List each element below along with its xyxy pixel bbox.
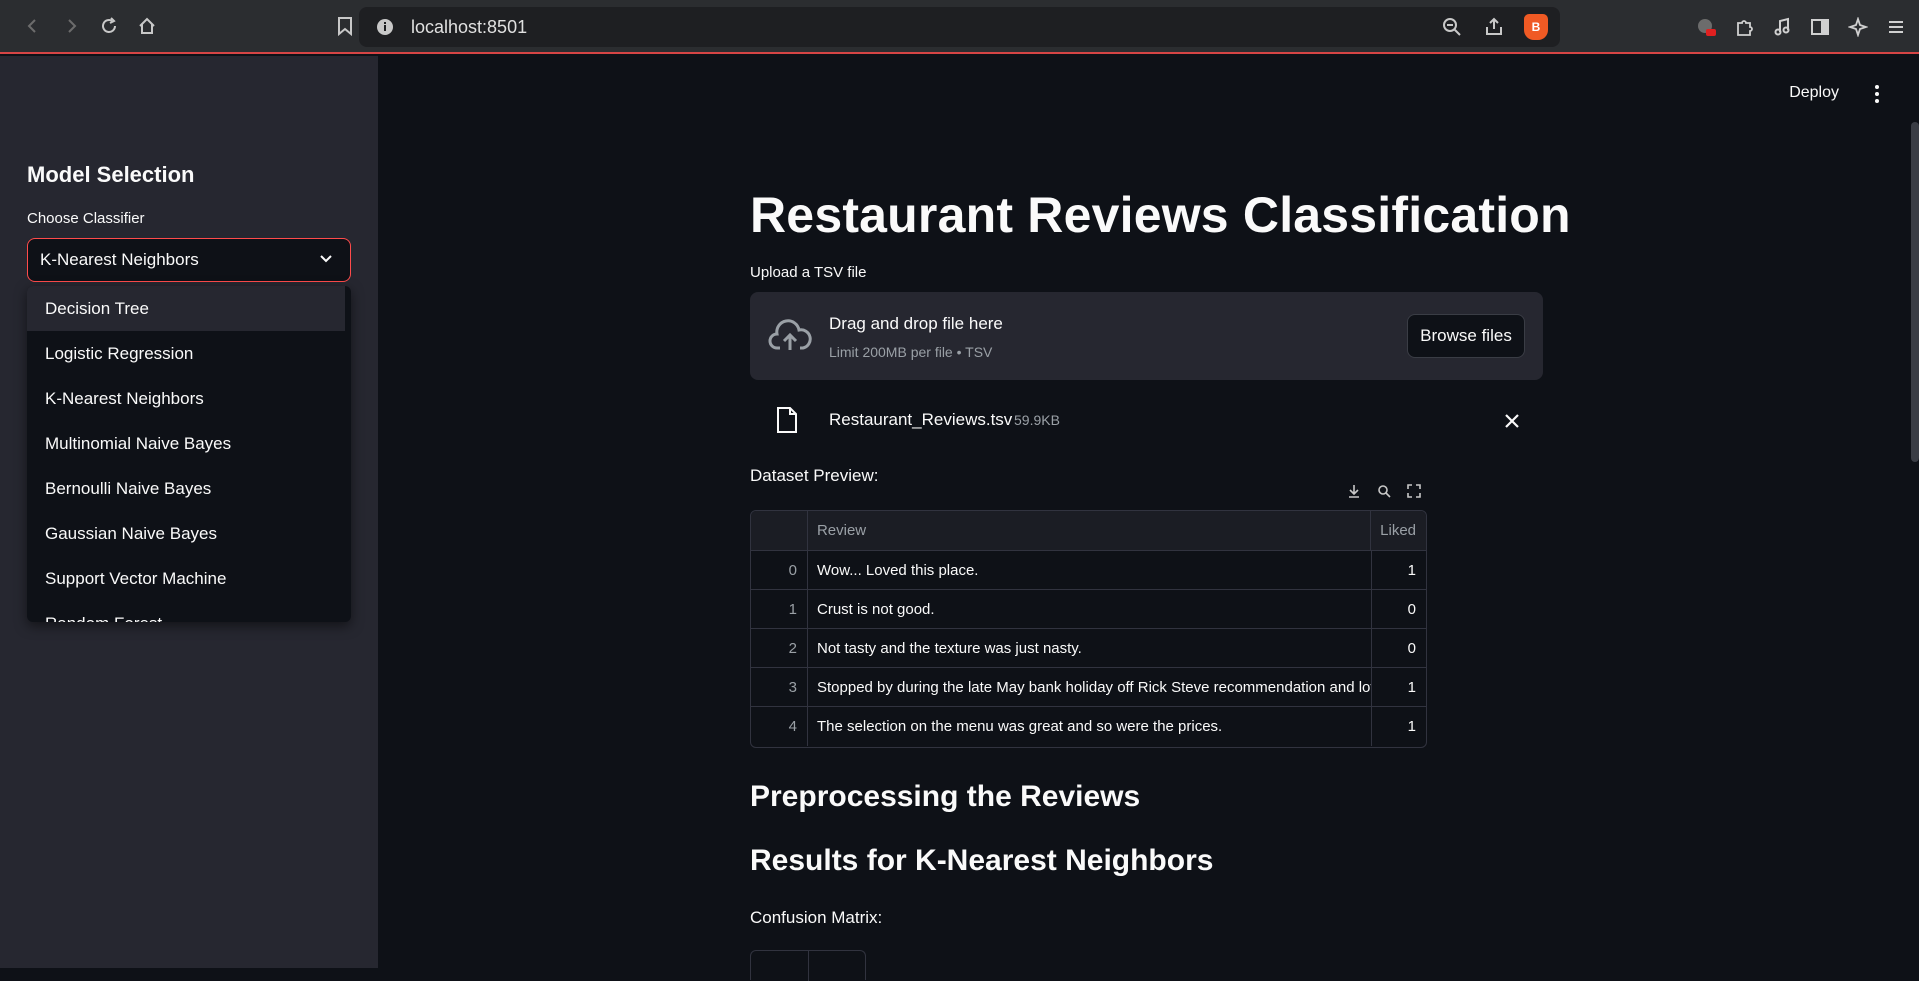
music-icon[interactable] <box>1767 12 1797 42</box>
confusion-matrix-table[interactable] <box>750 950 866 981</box>
option-bernoulli-naive-bayes[interactable]: Bernoulli Naive Bayes <box>27 466 351 511</box>
chevron-down-icon <box>320 255 332 263</box>
browser-nav <box>14 7 166 45</box>
close-icon[interactable] <box>1501 410 1523 432</box>
sidebar-title: Model Selection <box>27 162 195 187</box>
dataset-table[interactable]: Review Liked 0 Wow... Loved this place. … <box>750 510 1427 748</box>
liked-cell[interactable]: 1 <box>1372 551 1426 589</box>
table-header: Review Liked <box>751 511 1426 551</box>
header-review[interactable]: Review <box>808 511 1372 550</box>
table-row: 2 Not tasty and the texture was just nas… <box>751 629 1426 668</box>
option-random-forest[interactable]: Random Forest <box>27 601 351 623</box>
section-preprocessing-heading: Preprocessing the Reviews <box>750 780 1141 813</box>
table-row: 0 Wow... Loved this place. 1 <box>751 551 1426 590</box>
share-icon[interactable] <box>1478 11 1510 43</box>
extensions-bar <box>1691 7 1911 47</box>
table-row: 1 Crust is not good. 0 <box>751 590 1426 629</box>
option-multinomial-naive-bayes[interactable]: Multinomial Naive Bayes <box>27 421 351 466</box>
liked-cell[interactable]: 1 <box>1372 668 1426 706</box>
reload-icon[interactable] <box>90 7 128 45</box>
option-support-vector-machine[interactable]: Support Vector Machine <box>27 556 351 601</box>
fullscreen-icon[interactable] <box>1401 478 1427 504</box>
sidebar: Model Selection Choose Classifier K-Near… <box>0 56 378 968</box>
option-logistic-regression[interactable]: Logistic Regression <box>27 331 351 376</box>
section-results-heading: Results for K-Nearest Neighbors <box>750 844 1214 877</box>
row-index: 0 <box>751 551 808 589</box>
liked-cell[interactable]: 0 <box>1372 629 1426 667</box>
row-index: 2 <box>751 629 808 667</box>
address-bar-actions: B <box>1436 7 1552 47</box>
download-icon[interactable] <box>1341 478 1367 504</box>
option-gaussian-naive-bayes[interactable]: Gaussian Naive Bayes <box>27 511 351 556</box>
puzzle-icon[interactable] <box>1729 12 1759 42</box>
cloud-upload-icon <box>768 319 812 350</box>
review-cell[interactable]: Stopped by during the late May bank holi… <box>808 668 1372 706</box>
browse-files-button[interactable]: Browse files <box>1407 314 1525 358</box>
dataset-preview-label: Dataset Preview: <box>750 466 879 485</box>
sidebar-toggle-icon[interactable] <box>1805 12 1835 42</box>
option-decision-tree[interactable]: Decision Tree <box>27 286 345 331</box>
review-cell[interactable]: The selection on the menu was great and … <box>808 707 1372 746</box>
rewards-icon[interactable] <box>1691 12 1721 42</box>
file-size: 59.9KB <box>1014 412 1060 428</box>
leo-ai-icon[interactable] <box>1843 12 1873 42</box>
classifier-label: Choose Classifier <box>27 210 145 227</box>
url-text[interactable]: localhost:8501 <box>411 17 527 38</box>
row-index: 1 <box>751 590 808 628</box>
menu-icon[interactable] <box>1881 12 1911 42</box>
address-bar[interactable]: localhost:8501 B <box>359 7 1560 47</box>
row-index: 4 <box>751 707 808 746</box>
liked-cell[interactable]: 0 <box>1372 590 1426 628</box>
row-index: 3 <box>751 668 808 706</box>
search-icon[interactable] <box>1371 478 1397 504</box>
page-title: Restaurant Reviews Classification <box>750 187 1571 243</box>
header-liked[interactable]: Liked <box>1371 511 1426 550</box>
home-icon[interactable] <box>128 7 166 45</box>
back-icon[interactable] <box>14 7 52 45</box>
file-icon <box>777 407 797 433</box>
classifier-select[interactable]: K-Nearest Neighbors <box>27 238 351 282</box>
option-k-nearest-neighbors[interactable]: K-Nearest Neighbors <box>27 376 351 421</box>
deploy-button[interactable]: Deploy <box>1789 84 1839 102</box>
review-cell[interactable]: Not tasty and the texture was just nasty… <box>808 629 1372 667</box>
main-scrollbar[interactable] <box>1911 122 1919 462</box>
dropzone-limit: Limit 200MB per file • TSV <box>829 344 993 360</box>
review-cell[interactable]: Crust is not good. <box>808 590 1372 628</box>
forward-icon[interactable] <box>52 7 90 45</box>
file-dropzone[interactable]: Drag and drop file here Limit 200MB per … <box>750 292 1543 380</box>
bookmark-icon[interactable] <box>328 9 362 43</box>
dropzone-text: Drag and drop file here <box>829 314 1003 333</box>
header-index <box>751 511 808 550</box>
classifier-selected-value: K-Nearest Neighbors <box>40 250 199 269</box>
confusion-matrix-label: Confusion Matrix: <box>750 908 883 927</box>
liked-cell[interactable]: 1 <box>1372 707 1426 746</box>
upload-label: Upload a TSV file <box>750 264 867 281</box>
uploaded-file: Restaurant_Reviews.tsv 59.9KB <box>750 400 1543 442</box>
site-info-icon[interactable] <box>365 7 405 47</box>
table-toolbar <box>1341 478 1427 504</box>
more-options-icon[interactable] <box>1867 82 1887 106</box>
table-row: 4 The selection on the menu was great an… <box>751 707 1426 746</box>
browser-toolbar: localhost:8501 B <box>0 0 1919 54</box>
main-content: Deploy Restaurant Reviews Classification… <box>378 56 1919 981</box>
table-row: 3 Stopped by during the late May bank ho… <box>751 668 1426 707</box>
zoom-out-icon[interactable] <box>1436 11 1468 43</box>
brave-shields-icon[interactable]: B <box>1520 11 1552 43</box>
classifier-dropdown: Decision Tree Logistic Regression K-Near… <box>27 286 351 622</box>
file-name: Restaurant_Reviews.tsv <box>829 410 1013 429</box>
review-cell[interactable]: Wow... Loved this place. <box>808 551 1372 589</box>
